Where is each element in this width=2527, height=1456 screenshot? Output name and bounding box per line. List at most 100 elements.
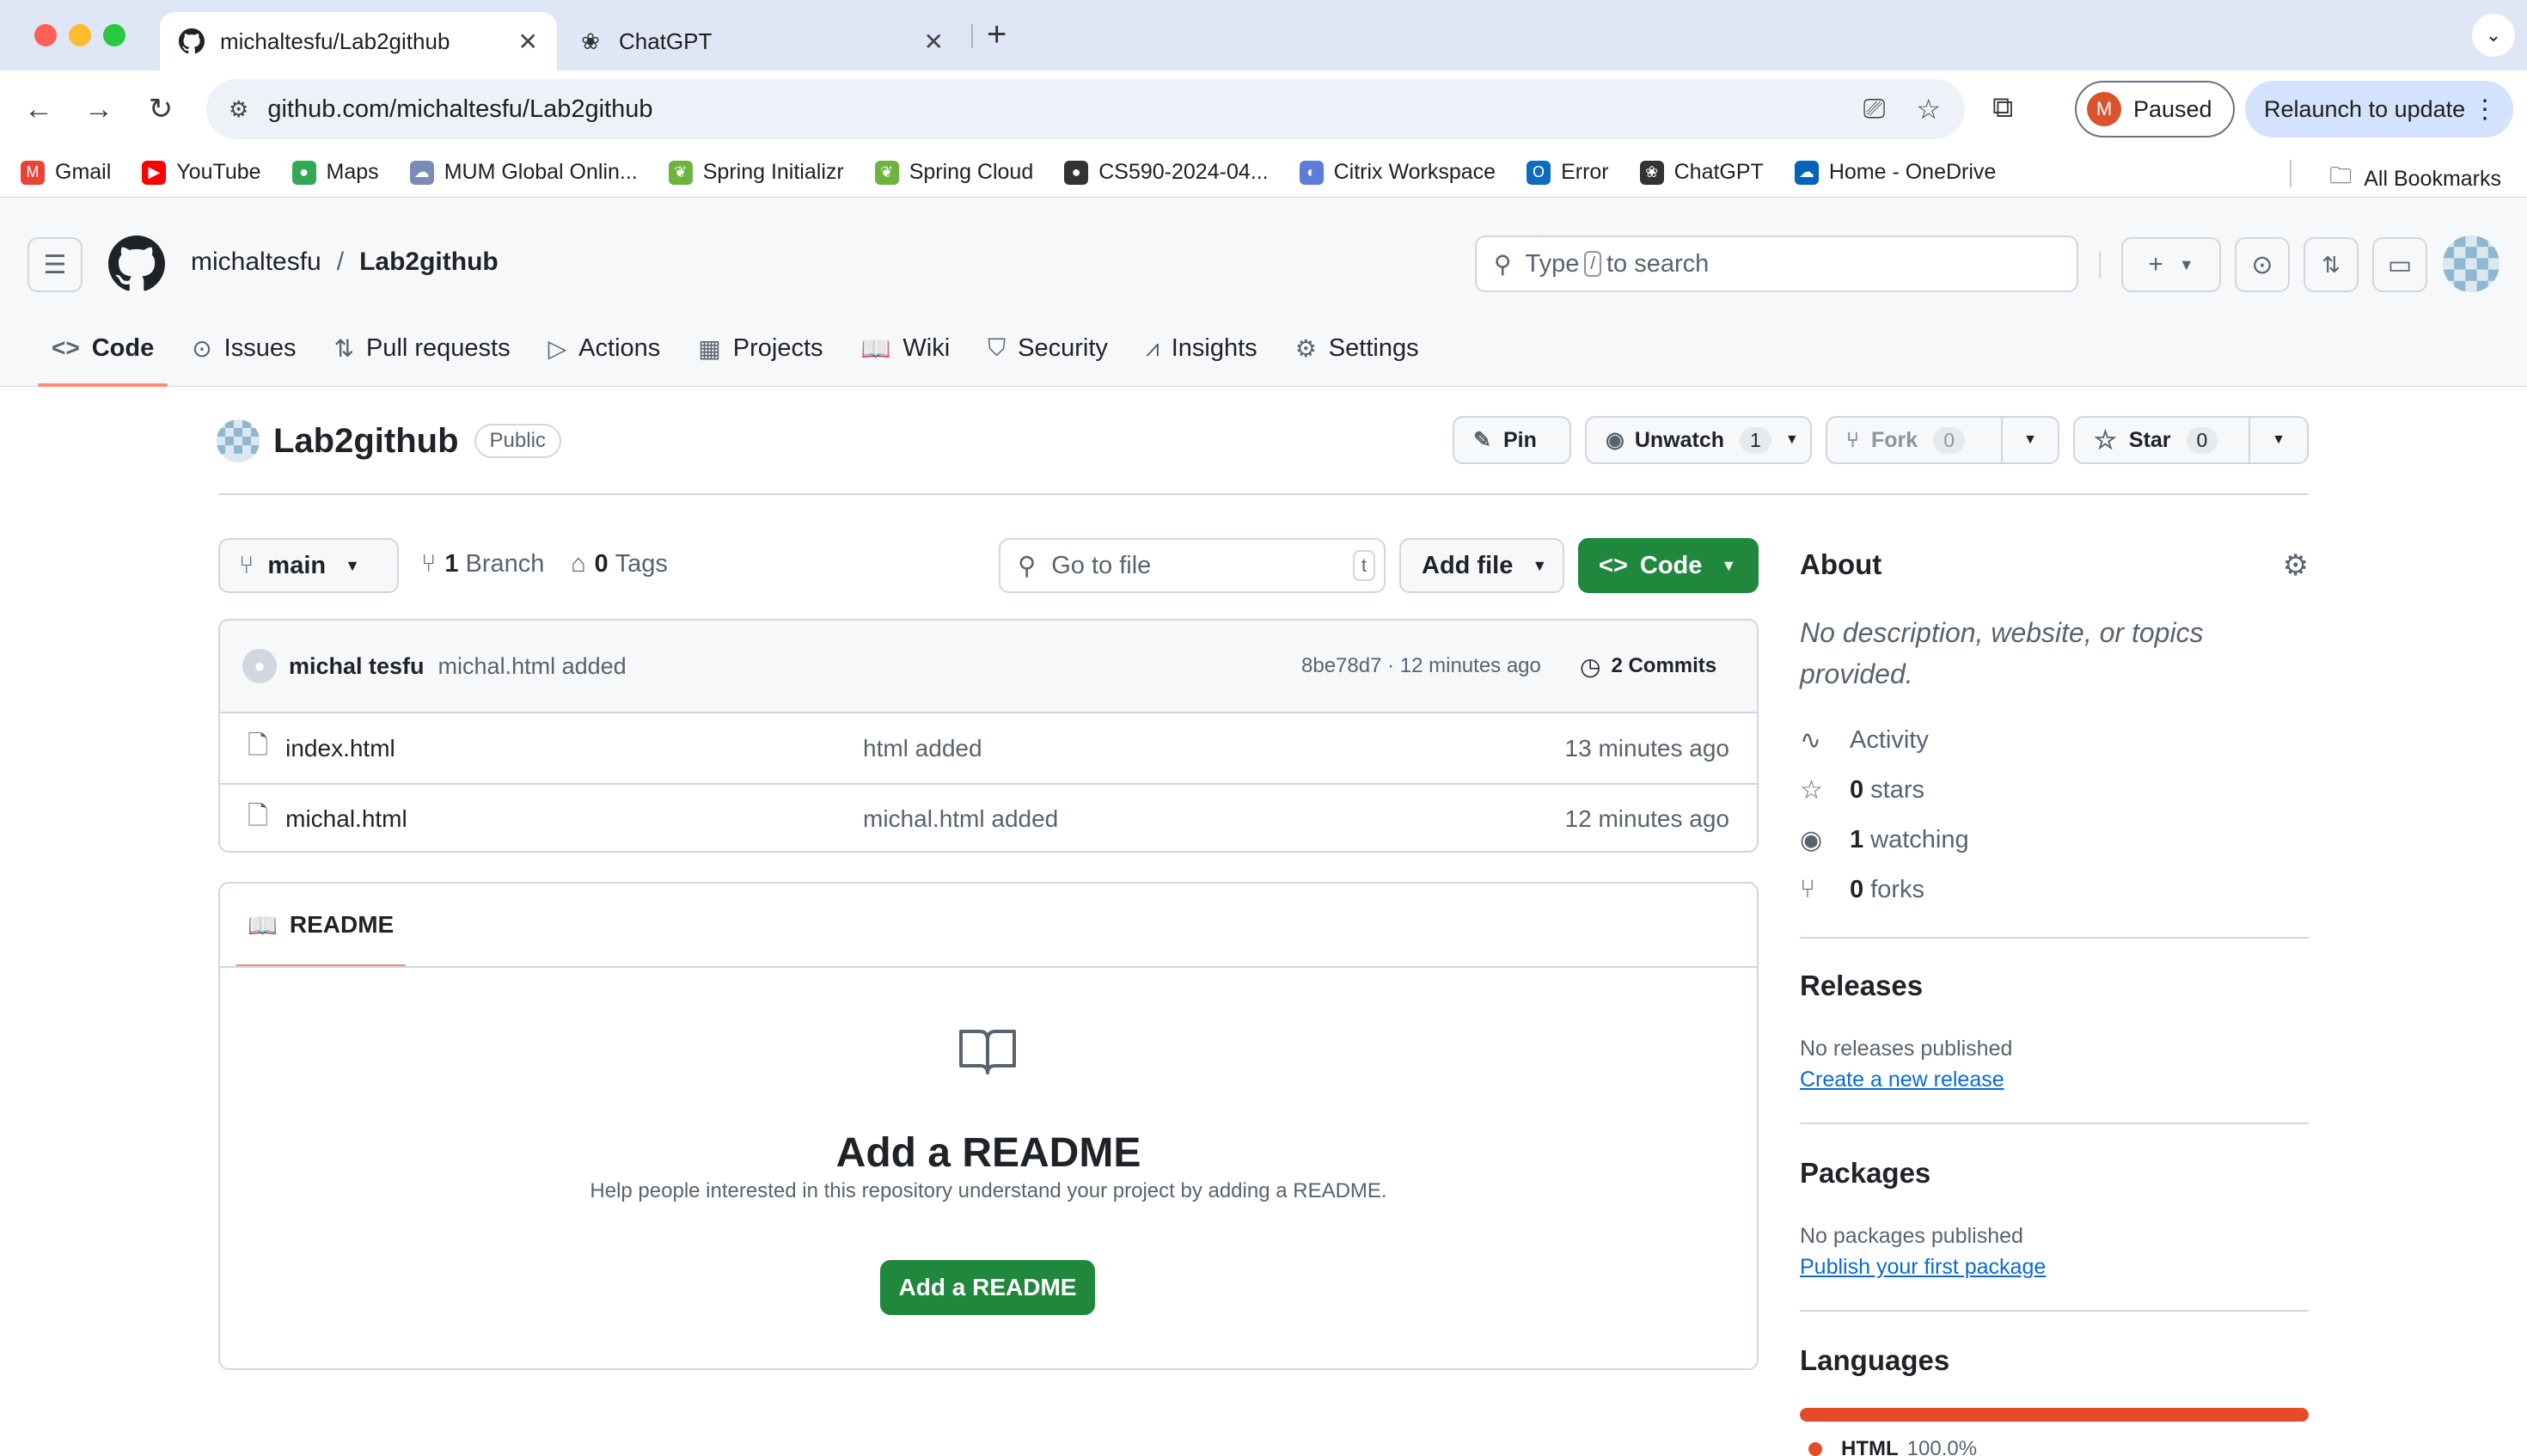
history-icon: ◷ [1580,652,1601,680]
bookmark-item[interactable]: ● CS590-2024-04... [1064,160,1269,185]
breadcrumb-owner[interactable]: michaltesfu [191,248,321,277]
tab-settings[interactable]: ⚙ Settings [1282,309,1433,387]
bookmark-star-icon[interactable]: ☆ [1916,93,1941,125]
bookmark-item[interactable]: ☁ Home - OneDrive [1794,160,1996,185]
star-icon: ☆ [2094,425,2117,455]
browser-tab-strip: michaltesfu/Lab2github ✕ ❀ ChatGPT ✕ + ⌄ [0,0,2527,70]
commits-link[interactable]: ◷ 2 Commits [1580,652,1716,681]
tab-label: Wiki [903,333,951,362]
chevron-down-icon: ▼ [2023,432,2037,447]
readme-heading: Add a README [835,1130,1141,1176]
tab-close-icon[interactable]: ✕ [518,28,538,56]
pin-button[interactable]: ✎ Pin [1453,416,1571,464]
bookmark-item[interactable]: ◐ Citrix Workspace [1299,160,1496,185]
user-avatar[interactable] [2443,236,2499,292]
issues-icon[interactable]: ⊙ [2235,237,2290,292]
bookmark-item[interactable]: ▶ YouTube [142,160,261,185]
tab-wiki[interactable]: 📖 Wiki [847,309,964,387]
profile-paused-button[interactable]: M Paused [2075,81,2235,138]
bookmarks-separator [2290,160,2291,187]
tab-github[interactable]: michaltesfu/Lab2github ✕ [160,12,557,70]
file-name[interactable]: index.html [285,735,395,762]
commit-message[interactable]: michal.html added [438,653,627,680]
star-dropdown-button[interactable]: ▼ [2249,416,2309,464]
fork-button[interactable]: ⑂ Fork 0 [1826,416,2003,464]
file-icon: 🗋 [248,802,269,830]
branches-link[interactable]: ⑂ 1 Branch [421,550,544,578]
book-icon [958,1025,1018,1076]
reload-icon[interactable]: ↻ [141,89,180,129]
extensions-puzzle-icon[interactable]: ⧉ [1992,91,2013,125]
forward-arrow-icon[interactable]: → [79,89,119,129]
add-readme-button[interactable]: Add a README [880,1260,1095,1315]
menu-hamburger-icon[interactable]: ☰ [28,237,83,292]
unwatch-button[interactable]: ◉ Unwatch 1 ▼ [1585,416,1812,464]
file-commit-message[interactable]: html added [863,735,982,762]
readme-tab[interactable]: 📖 README [236,884,407,968]
url-text: github.com/michaltesfu/Lab2github [267,95,653,123]
branch-selector[interactable]: ⑂ main ▼ [218,538,399,593]
star-button[interactable]: ☆ Star 0 [2073,416,2250,464]
bookmark-item[interactable]: ❦ Spring Initializr [668,160,844,185]
inbox-icon[interactable]: ▭ [2372,237,2427,292]
pull-requests-icon[interactable]: ⇅ [2304,237,2359,292]
bookmark-item[interactable]: ❀ ChatGPT [1639,160,1764,185]
address-bar[interactable]: ⚙ github.com/michaltesfu/Lab2github ⎚ ☆ [206,79,1965,139]
releases-title[interactable]: Releases [1800,970,1923,1002]
github-logo-icon[interactable] [108,236,165,292]
forks-link[interactable]: ⑂ 0 forks [1800,875,1924,904]
back-arrow-icon[interactable]: ← [19,89,58,129]
relaunch-button[interactable]: Relaunch to update ⋮ [2245,81,2513,138]
code-button[interactable]: <> Code ▼ [1578,538,1759,593]
fork-dropdown-button[interactable]: ▼ [2001,416,2059,464]
tab-chatgpt[interactable]: ❀ ChatGPT ✕ [559,12,963,70]
file-commit-message[interactable]: michal.html added [863,805,1058,833]
tab-insights[interactable]: ⩘ Insights [1132,309,1271,387]
commit-sha-time[interactable]: 8be78d7 · 12 minutes ago [1301,654,1541,678]
publish-package-link[interactable]: Publish your first package [1800,1255,2046,1280]
add-file-button[interactable]: Add file ▼ [1399,538,1564,593]
bookmark-item[interactable]: ● Maps [291,160,379,185]
tab-actions[interactable]: ▷ Actions [535,309,675,387]
tab-code[interactable]: <> Code [38,309,168,387]
create-release-link[interactable]: Create a new release [1800,1068,2004,1092]
breadcrumb-repo[interactable]: Lab2github [359,248,499,277]
site-info-icon[interactable]: ⚙ [229,96,248,123]
tab-pull-requests[interactable]: ⇅ Pull requests [321,309,524,387]
activity-link[interactable]: ∿ Activity [1800,725,1929,756]
window-minimize-button[interactable] [69,24,91,46]
tab-issues[interactable]: ⊙ Issues [178,309,309,387]
commit-author[interactable]: michal tesfu [289,653,425,680]
more-vert-icon[interactable]: ⋮ [2472,95,2498,125]
star-label: Star [2128,427,2171,452]
tab-search-chevron-icon[interactable]: ⌄ [2472,14,2515,57]
github-search-input[interactable]: ⚲ Type / to search [1475,236,2078,292]
install-app-icon[interactable]: ⎚ [1863,93,1886,125]
commit-author-avatar[interactable]: ● [242,649,277,683]
new-tab-icon[interactable]: + [987,15,1007,54]
bookmark-item[interactable]: M Gmail [21,160,111,185]
unwatch-label: Unwatch [1634,427,1725,452]
tab-close-icon[interactable]: ✕ [924,28,944,56]
file-name[interactable]: michal.html [285,805,407,833]
bookmark-item[interactable]: ❦ Spring Cloud [874,160,1033,185]
create-new-button[interactable]: + ▼ [2121,237,2221,292]
watching-link[interactable]: ◉ 1 watching [1800,825,1969,855]
window-close-button[interactable] [34,24,57,46]
spring-icon: ❦ [668,160,693,185]
stars-link[interactable]: ☆ 0 stars [1800,775,1924,805]
go-to-file-input[interactable]: ⚲ Go to file t [999,538,1386,593]
tab-security[interactable]: ⛉ Security [974,309,1122,387]
commits-label: 2 Commits [1611,654,1717,677]
tab-projects[interactable]: ▦ Projects [684,309,836,387]
tags-link[interactable]: ⌂ 0 Tags [571,550,668,578]
window-zoom-button[interactable] [103,24,125,46]
bookmark-item[interactable]: O Error [1527,160,1609,185]
gear-icon[interactable]: ⚙ [2283,548,2309,583]
packages-title[interactable]: Packages [1800,1157,1930,1190]
all-bookmarks-button[interactable]: 🗀 All Bookmarks [2329,160,2501,198]
releases-text: No releases published [1800,1037,2013,1061]
bookmark-item[interactable]: ☁ MUM Global Onlin... [409,160,638,185]
language-item[interactable]: HTML 100.0% [1808,1437,1977,1456]
readme-panel: 📖 README Add a README Help people intere… [218,882,1759,1370]
